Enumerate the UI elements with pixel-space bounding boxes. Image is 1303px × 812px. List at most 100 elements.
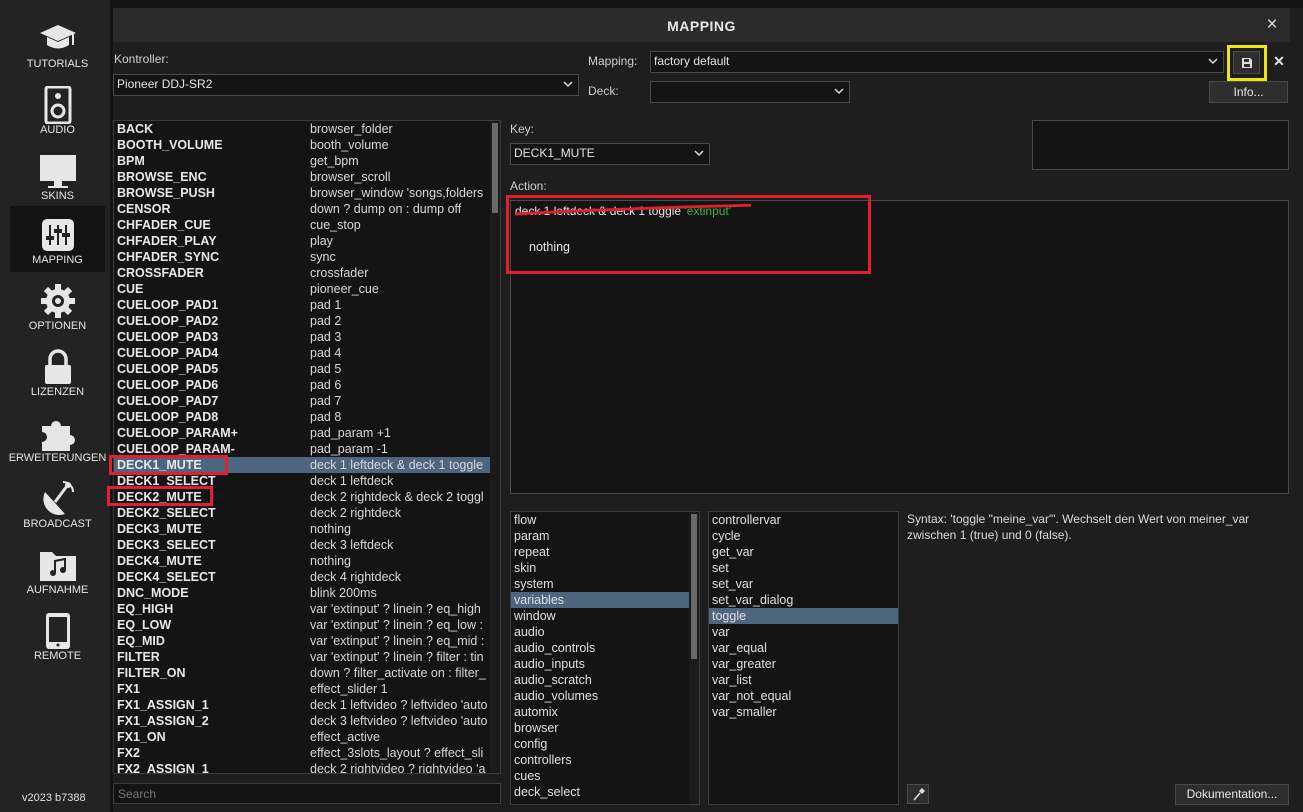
category-item[interactable]: variables xyxy=(511,592,699,608)
key-list-row[interactable]: DECK4_SELECT deck 4 rightdeck xyxy=(114,569,500,585)
key-list-row[interactable]: FILTER_ON down ? filter_activate on : fil… xyxy=(114,665,500,681)
verb-item[interactable]: set xyxy=(709,560,898,576)
key-select[interactable]: DECK1_MUTE xyxy=(510,143,710,165)
sidebar-item-mapping[interactable]: MAPPING xyxy=(10,206,105,272)
sidebar-item-lizenzen[interactable]: LIZENZEN xyxy=(10,338,105,404)
verb-item[interactable]: var_list xyxy=(709,672,898,688)
verb-item[interactable]: set_var xyxy=(709,576,898,592)
category-item[interactable]: controllers xyxy=(511,752,699,768)
documentation-button[interactable]: Dokumentation... xyxy=(1175,784,1289,805)
sidebar-item-erweiterungen[interactable]: ERWEITERUNGEN xyxy=(9,404,106,470)
key-list-row[interactable]: DECK1_SELECT deck 1 leftdeck xyxy=(114,473,500,489)
key-list-row[interactable]: CENSOR down ? dump on : dump off xyxy=(114,201,500,217)
mapping-select[interactable]: factory default xyxy=(650,51,1224,73)
controller-select[interactable]: Pioneer DDJ-SR2 xyxy=(113,74,579,96)
info-button[interactable]: Info... xyxy=(1209,81,1288,103)
key-list-row[interactable]: BROWSE_ENC browser_scroll xyxy=(114,169,500,185)
category-item[interactable]: cues xyxy=(511,768,699,784)
key-list-row[interactable]: DNC_MODE blink 200ms xyxy=(114,585,500,601)
category-item[interactable]: system xyxy=(511,576,699,592)
key-list-row[interactable]: FX1_ASSIGN_1 deck 1 leftvideo ? leftvideo… xyxy=(114,697,500,713)
category-item[interactable]: automix xyxy=(511,704,699,720)
key-list-row[interactable]: CUELOOP_PAD2 pad 2 xyxy=(114,313,500,329)
category-item[interactable]: flow xyxy=(511,512,699,528)
category-item[interactable]: repeat xyxy=(511,544,699,560)
category-item[interactable]: window xyxy=(511,608,699,624)
key-list-row[interactable]: CROSSFADER crossfader xyxy=(114,265,500,281)
key-list-row[interactable]: DECK3_MUTE nothing xyxy=(114,521,500,537)
key-list-row[interactable]: CUELOOP_PAD6 pad 6 xyxy=(114,377,500,393)
verb-item[interactable]: var xyxy=(709,624,898,640)
action-editor[interactable]: deck 1 leftdeck & deck 1 toggle 'extinpu… xyxy=(510,200,1289,494)
category-item[interactable]: audio xyxy=(511,624,699,640)
sidebar-item-tutorials[interactable]: TUTORIALS xyxy=(10,10,105,76)
pipette-button[interactable] xyxy=(907,784,929,804)
category-list[interactable]: flow param repeat skin system variables window… xyxy=(510,511,700,805)
verb-item[interactable]: var_not_equal xyxy=(709,688,898,704)
sidebar-item-remote[interactable]: REMOTE xyxy=(10,602,105,668)
key-list-row[interactable]: CUELOOP_PARAM+ pad_param +1 xyxy=(114,425,500,441)
key-list-row[interactable]: CHFADER_CUE cue_stop xyxy=(114,217,500,233)
key-list-row[interactable]: CUELOOP_PARAM-pad_param -1 xyxy=(114,441,500,457)
sidebar-item-broadcast[interactable]: BROADCAST xyxy=(10,470,105,536)
key-list-row[interactable]: EQ_LOW var 'extinput' ? linein ? eq_low : xyxy=(114,617,500,633)
key-list-row[interactable]: FILTER var 'extinput' ? linein ? filter :… xyxy=(114,649,500,665)
category-list-scrollbar[interactable] xyxy=(689,512,699,804)
sidebar-item-audio[interactable]: AUDIO xyxy=(10,76,105,142)
key-list-row[interactable]: CUELOOP_PAD5 pad 5 xyxy=(114,361,500,377)
delete-mapping-button[interactable]: ✕ xyxy=(1271,53,1287,71)
key-list[interactable]: BACK browser_folder BOOTH_VOLUME booth_volu… xyxy=(113,120,501,774)
search-input[interactable] xyxy=(113,783,501,804)
key-list-row[interactable]: CUELOOP_PAD4 pad 4 xyxy=(114,345,500,361)
category-item[interactable]: audio_inputs xyxy=(511,656,699,672)
scrollbar-thumb[interactable] xyxy=(691,514,697,659)
key-list-row[interactable]: EQ_MID var 'extinput' ? linein ? eq_mid : xyxy=(114,633,500,649)
save-mapping-button[interactable] xyxy=(1233,51,1260,74)
key-list-row[interactable]: BACK browser_folder xyxy=(114,121,500,137)
key-list-row[interactable]: DECK2_SELECT deck 2 rightdeck xyxy=(114,505,500,521)
key-list-row[interactable]: FX2_ASSIGN_1 deck 2 rightvideo ? rightvid… xyxy=(114,761,500,773)
category-item[interactable]: audio_volumes xyxy=(511,688,699,704)
key-list-row[interactable]: CUELOOP_PAD1 pad 1 xyxy=(114,297,500,313)
key-list-scrollbar[interactable] xyxy=(490,121,500,773)
deck-select[interactable] xyxy=(650,81,850,103)
key-list-row[interactable]: CUELOOP_PAD3 pad 3 xyxy=(114,329,500,345)
key-list-row[interactable]: CUELOOP_PAD7 pad 7 xyxy=(114,393,500,409)
verb-item[interactable]: cycle xyxy=(709,528,898,544)
verb-item[interactable]: controllervar xyxy=(709,512,898,528)
key-list-row[interactable]: DECK1_MUTE deck 1 leftdeck & deck 1 toggl… xyxy=(114,457,500,473)
verb-item[interactable]: var_equal xyxy=(709,640,898,656)
category-item[interactable]: audio_controls xyxy=(511,640,699,656)
key-list-row[interactable]: EQ_HIGH var 'extinput' ? linein ? eq_high xyxy=(114,601,500,617)
category-item[interactable]: deck_select xyxy=(511,784,699,800)
category-item[interactable]: browser xyxy=(511,720,699,736)
key-list-row[interactable]: CHFADER_SYNC sync xyxy=(114,249,500,265)
key-list-row[interactable]: DECK4_MUTE nothing xyxy=(114,553,500,569)
scrollbar-thumb[interactable] xyxy=(492,123,498,213)
key-list-row[interactable]: DECK3_SELECT deck 3 leftdeck xyxy=(114,537,500,553)
category-item[interactable]: audio_scratch xyxy=(511,672,699,688)
sidebar-item-skins[interactable]: SKINS xyxy=(10,142,105,208)
sidebar-item-optionen[interactable]: OPTIONEN xyxy=(10,272,105,338)
category-item[interactable]: config xyxy=(511,736,699,752)
key-list-row[interactable]: FX1 effect_slider 1 xyxy=(114,681,500,697)
verb-item[interactable]: var_greater xyxy=(709,656,898,672)
key-list-row[interactable]: CUELOOP_PAD8 pad 8 xyxy=(114,409,500,425)
verb-item[interactable]: set_var_dialog xyxy=(709,592,898,608)
key-list-row[interactable]: BOOTH_VOLUME booth_volume xyxy=(114,137,500,153)
verb-item[interactable]: toggle xyxy=(709,608,898,624)
key-list-row[interactable]: FX2 effect_3slots_layout ? effect_sli xyxy=(114,745,500,761)
verb-item[interactable]: get_var xyxy=(709,544,898,560)
key-list-row[interactable]: FX1_ON effect_active xyxy=(114,729,500,745)
key-list-row[interactable]: FX1_ASSIGN_2 deck 3 leftvideo ? leftvideo… xyxy=(114,713,500,729)
verb-list[interactable]: controllervar cycle get_var set set_var set_v… xyxy=(708,511,899,805)
category-item[interactable]: skin xyxy=(511,560,699,576)
sidebar-item-aufnahme[interactable]: AUFNAHME xyxy=(10,536,105,602)
close-button[interactable]: × xyxy=(1262,14,1282,36)
category-item[interactable]: param xyxy=(511,528,699,544)
key-list-row[interactable]: DECK2_MUTE deck 2 rightdeck & deck 2 togg… xyxy=(114,489,500,505)
key-list-row[interactable]: CHFADER_PLAY play xyxy=(114,233,500,249)
key-list-row[interactable]: CUE pioneer_cue xyxy=(114,281,500,297)
key-list-row[interactable]: BPM get_bpm xyxy=(114,153,500,169)
verb-item[interactable]: var_smaller xyxy=(709,704,898,720)
